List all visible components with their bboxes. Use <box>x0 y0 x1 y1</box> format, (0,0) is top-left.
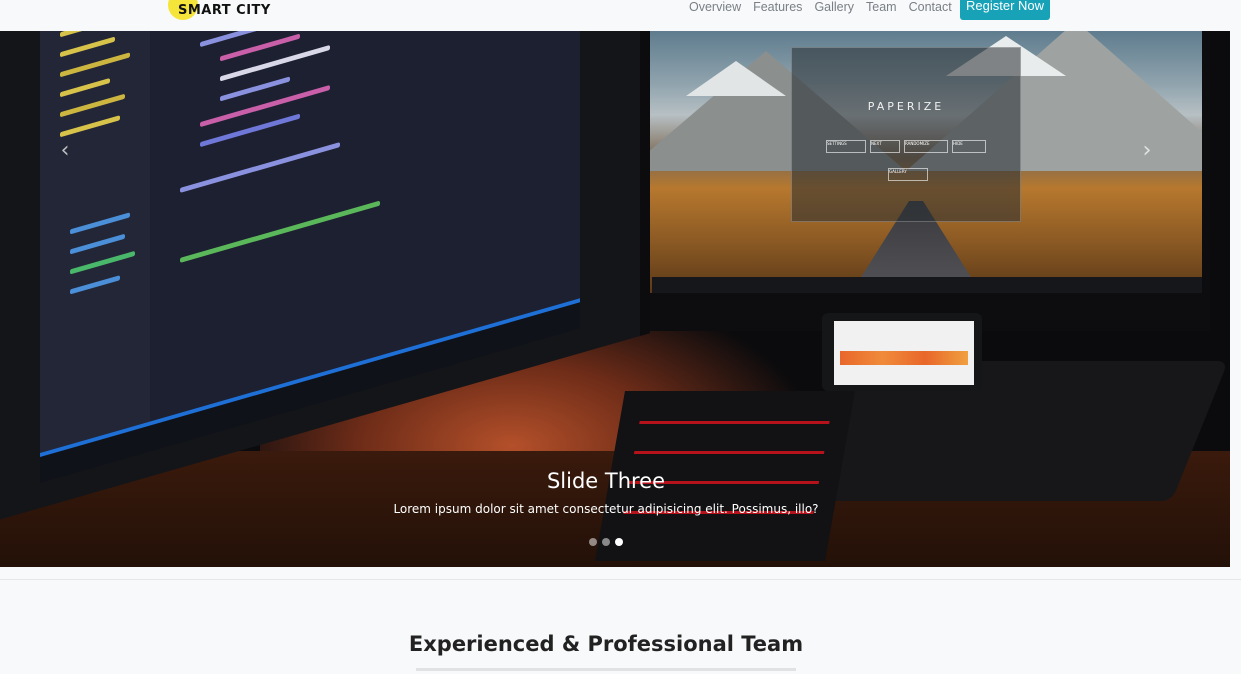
brand-text: SMART CITY <box>178 2 271 18</box>
brand-logo[interactable]: SMART CITY <box>166 0 271 20</box>
indicator-slide-2[interactable] <box>602 538 610 546</box>
code-line <box>200 84 330 128</box>
key-backlight <box>639 421 830 424</box>
indicator-slide-3[interactable] <box>615 538 623 546</box>
snowcap-shape <box>686 61 786 96</box>
carousel-prev-button[interactable]: ‹ <box>55 138 75 163</box>
right-monitor: PAPERIZE SETTINGS NEXT RANDOMIZE HIDE GA… <box>640 31 1210 331</box>
nav-link-gallery[interactable]: Gallery <box>814 1 854 14</box>
paperize-settings-button: SETTINGS <box>826 140 866 153</box>
paperize-randomize-button: RANDOMIZE <box>904 140 948 153</box>
code-line <box>220 76 290 102</box>
phone-screen <box>834 321 974 385</box>
chevron-right-icon: › <box>1142 138 1152 163</box>
nav-links: Overview Features Gallery Team Contact <box>689 0 964 14</box>
audio-waveform <box>840 351 968 365</box>
section-subtitle-cutoff <box>0 668 1212 674</box>
paperize-hide-button: HIDE <box>952 140 986 153</box>
register-now-button[interactable]: Register Now <box>960 0 1050 20</box>
nav-link-team[interactable]: Team <box>866 1 897 14</box>
chevron-left-icon: ‹ <box>60 138 70 163</box>
right-monitor-screen: PAPERIZE SETTINGS NEXT RANDOMIZE HIDE GA… <box>646 31 1202 293</box>
indicator-slide-1[interactable] <box>589 538 597 546</box>
phone <box>822 313 982 391</box>
code-line <box>220 44 330 82</box>
section-divider <box>0 579 1241 580</box>
carousel-next-button[interactable]: › <box>1137 138 1157 163</box>
paperize-next-button: NEXT <box>870 140 900 153</box>
right-taskbar <box>652 277 1202 293</box>
paperize-gallery-button: GALLERY <box>888 168 928 181</box>
key-backlight <box>633 451 825 454</box>
paperize-title: PAPERIZE <box>867 100 945 113</box>
hero-carousel: PAPERIZE SETTINGS NEXT RANDOMIZE HIDE GA… <box>0 31 1230 567</box>
nav-link-contact[interactable]: Contact <box>909 1 952 14</box>
paperize-window: PAPERIZE SETTINGS NEXT RANDOMIZE HIDE GA… <box>791 47 1021 222</box>
section-title: Experienced & Professional Team <box>408 632 804 656</box>
navbar: SMART CITY Overview Features Gallery Tea… <box>0 0 1241 31</box>
slide-title: Slide Three <box>546 469 666 493</box>
nav-link-features[interactable]: Features <box>753 1 802 14</box>
nav-link-overview[interactable]: Overview <box>689 1 741 14</box>
carousel-caption: Slide Three Lorem ipsum dolor sit amet c… <box>0 469 1212 516</box>
carousel-indicators <box>589 538 628 546</box>
slide-text: Lorem ipsum dolor sit amet consectetur a… <box>393 502 819 516</box>
code-line <box>180 142 340 193</box>
code-line <box>180 200 380 263</box>
